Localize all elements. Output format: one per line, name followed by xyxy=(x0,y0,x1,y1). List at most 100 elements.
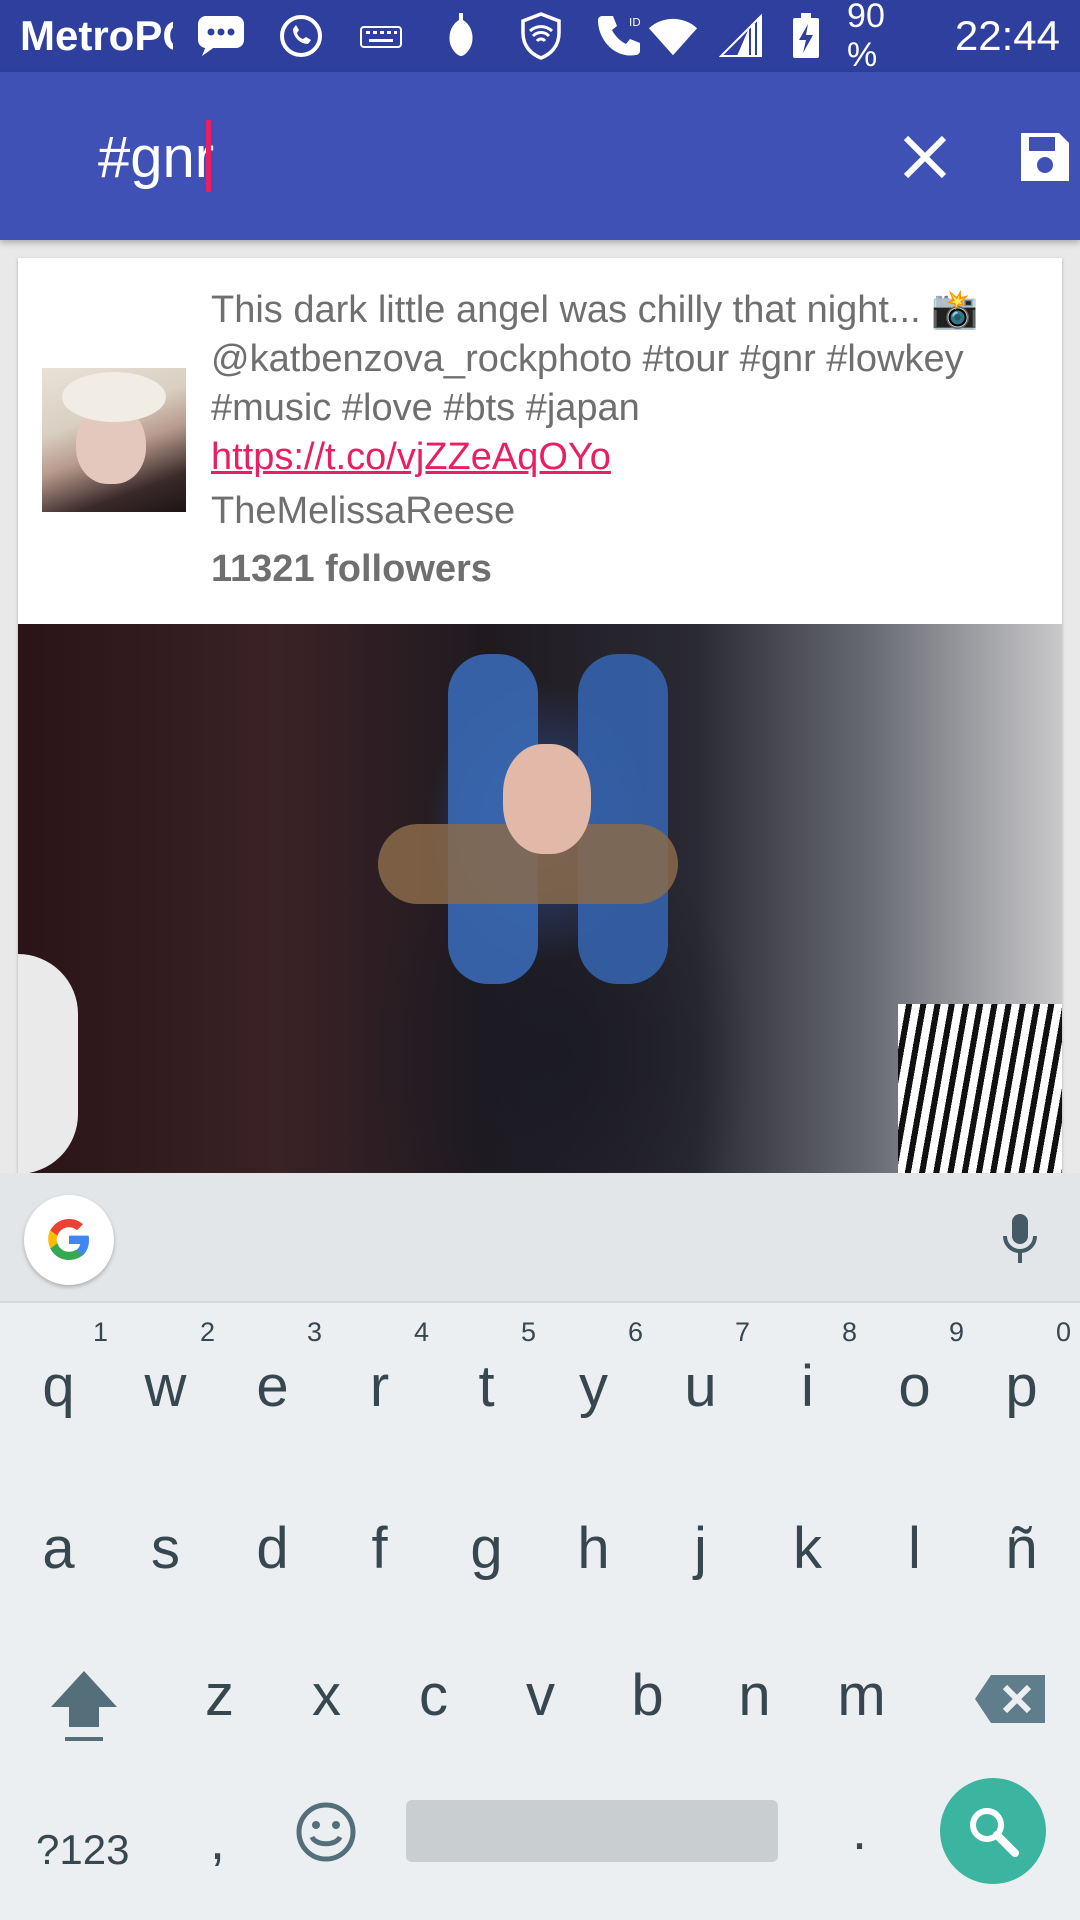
avatar[interactable] xyxy=(42,368,186,512)
key-e[interactable]: e3 xyxy=(219,1313,326,1443)
key-r[interactable]: r4 xyxy=(326,1313,433,1443)
key-number-hint: 7 xyxy=(734,1317,750,1347)
photo-detail xyxy=(503,744,591,854)
key-label: j xyxy=(694,1516,707,1581)
google-icon xyxy=(48,1219,89,1260)
tweet-card[interactable]: This dark little angel was chilly that n… xyxy=(18,258,1062,1178)
close-icon xyxy=(903,135,947,179)
key-d[interactable]: d xyxy=(219,1475,326,1605)
key-label: v xyxy=(526,1663,555,1728)
tweet-body: This dark little angel was chilly that n… xyxy=(211,289,979,429)
tweet-photo[interactable] xyxy=(18,624,1062,1178)
key-label: z xyxy=(205,1663,234,1728)
key-label: t xyxy=(478,1354,495,1419)
key-row-3: zxc v bnm xyxy=(0,1622,1080,1752)
shift-key[interactable] xyxy=(44,1662,124,1752)
key-g[interactable]: g xyxy=(433,1475,540,1605)
key-label: i xyxy=(801,1354,814,1419)
search-toolbar: #gnr xyxy=(0,72,1080,240)
key-number-hint: 0 xyxy=(1055,1317,1071,1347)
key-s[interactable]: s xyxy=(112,1475,219,1605)
emoji-key[interactable] xyxy=(294,1800,358,1864)
key-number-hint: 4 xyxy=(413,1317,429,1347)
wifi-icon xyxy=(647,10,699,62)
google-search-button[interactable] xyxy=(24,1195,114,1285)
clear-search-button[interactable] xyxy=(890,122,960,192)
notification-icon xyxy=(435,10,487,62)
key-label: h xyxy=(577,1516,610,1581)
key-number-hint: 8 xyxy=(841,1317,857,1347)
key-v[interactable]: v xyxy=(487,1622,594,1752)
key-label: q xyxy=(42,1354,75,1419)
key-label: e xyxy=(256,1354,289,1419)
key-l[interactable]: l xyxy=(861,1475,968,1605)
key-o[interactable]: o9 xyxy=(861,1313,968,1443)
phone-call-id-icon: ID xyxy=(595,10,647,62)
key-c[interactable]: c xyxy=(380,1622,487,1752)
search-icon xyxy=(970,1808,1019,1857)
key-m[interactable]: m xyxy=(808,1622,915,1752)
key-p[interactable]: p0 xyxy=(968,1313,1075,1443)
search-input[interactable]: #gnr xyxy=(98,124,214,191)
save-icon xyxy=(1021,133,1069,181)
key-u[interactable]: u7 xyxy=(647,1313,754,1443)
battery-charging-icon xyxy=(782,10,829,62)
key-j[interactable]: j xyxy=(647,1475,754,1605)
key-label: d xyxy=(256,1516,289,1581)
emoji-icon xyxy=(296,1802,356,1862)
notification-icons: ID xyxy=(195,10,647,62)
key-label: b xyxy=(631,1663,664,1728)
keyboard-icon xyxy=(355,10,407,62)
carrier-name: MetroPCS xyxy=(20,12,173,59)
photo-detail xyxy=(578,654,668,984)
text-cursor xyxy=(206,120,211,192)
key-row-1: q1w2e3r4t5y6u7i8o9p0 xyxy=(0,1313,1080,1443)
key-label: ñ xyxy=(1005,1516,1038,1581)
photo-detail xyxy=(18,954,78,1174)
key-label: r xyxy=(369,1354,390,1419)
key-q[interactable]: q1 xyxy=(5,1313,112,1443)
tweet-text: This dark little angel was chilly that n… xyxy=(211,286,1031,482)
key-w[interactable]: w2 xyxy=(112,1313,219,1443)
search-action-key[interactable] xyxy=(940,1778,1046,1884)
key-h[interactable]: h xyxy=(540,1475,647,1605)
key-label: a xyxy=(42,1516,75,1581)
key-b[interactable]: b xyxy=(594,1622,701,1752)
key-label: c xyxy=(419,1663,448,1728)
key-label: s xyxy=(151,1516,180,1581)
user-name[interactable]: TheMelissaReese xyxy=(211,490,515,533)
key-label: m xyxy=(837,1663,886,1728)
comma-key[interactable]: , xyxy=(210,1810,225,1872)
key-a[interactable]: a xyxy=(5,1475,112,1605)
key-label: o xyxy=(898,1354,931,1419)
save-search-button[interactable] xyxy=(1010,120,1080,194)
key-x[interactable]: x xyxy=(273,1622,380,1752)
key-z[interactable]: z xyxy=(166,1622,273,1752)
suggestion-strip xyxy=(0,1173,1080,1303)
key-label: l xyxy=(908,1516,921,1581)
key-k[interactable]: k xyxy=(754,1475,861,1605)
tweet-link[interactable]: https://t.co/vjZZeAqOYo xyxy=(211,436,611,478)
key-i[interactable]: i8 xyxy=(754,1313,861,1443)
shift-icon xyxy=(51,1671,117,1741)
space-key[interactable] xyxy=(406,1800,778,1862)
key-y[interactable]: y6 xyxy=(540,1313,647,1443)
key-ñ[interactable]: ñ xyxy=(968,1475,1075,1605)
key-number-hint: 6 xyxy=(627,1317,643,1347)
voice-input-button[interactable] xyxy=(990,1207,1050,1271)
svg-text:ID: ID xyxy=(629,16,641,29)
key-f[interactable]: f xyxy=(326,1475,433,1605)
mic-icon xyxy=(1003,1214,1037,1263)
key-n[interactable]: n xyxy=(701,1622,808,1752)
key-number-hint: 9 xyxy=(948,1317,964,1347)
backspace-key[interactable] xyxy=(955,1664,1065,1734)
symbols-key[interactable]: ?123 xyxy=(36,1826,129,1874)
period-key[interactable]: . xyxy=(852,1800,867,1862)
key-label: u xyxy=(684,1354,717,1419)
signal-icon xyxy=(717,10,764,62)
key-row-2: a s dfgh jkl ñ xyxy=(0,1475,1080,1605)
vpn-shield-icon xyxy=(515,10,567,62)
chat-bubble-icon xyxy=(195,10,247,62)
key-label: p xyxy=(1005,1354,1038,1419)
key-t[interactable]: t5 xyxy=(433,1313,540,1443)
